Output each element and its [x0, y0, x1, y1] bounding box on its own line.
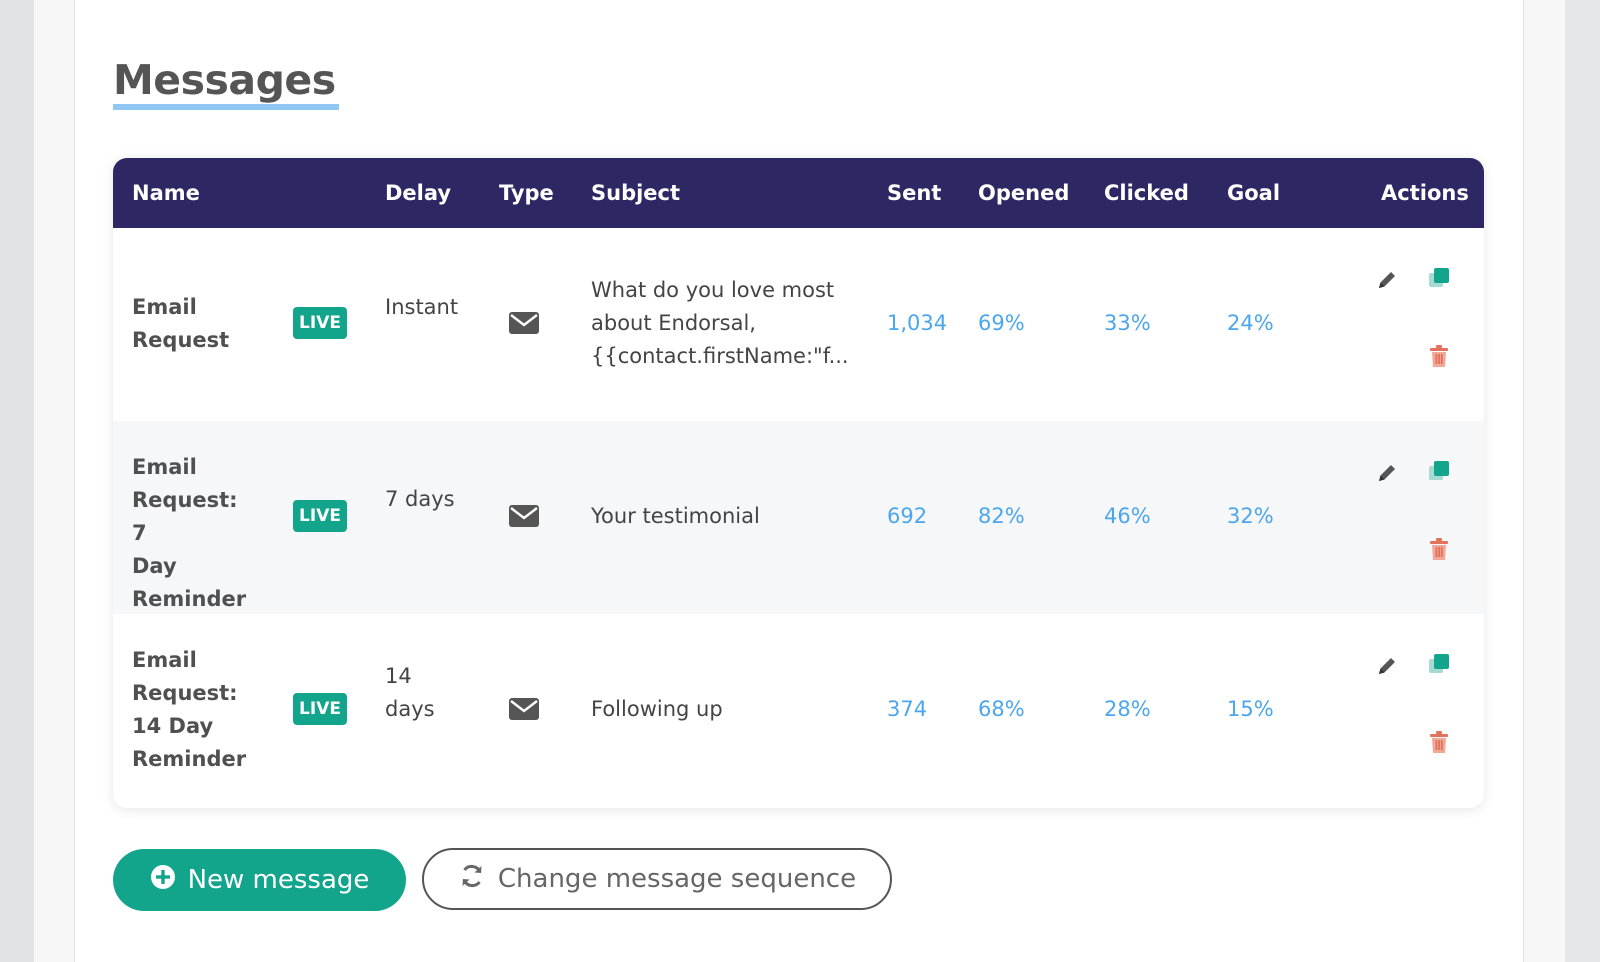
change-sequence-button[interactable]: Change message sequence — [422, 848, 892, 910]
status-badge: LIVE — [293, 693, 347, 725]
goal-rate[interactable]: 32% — [1227, 500, 1274, 533]
subject-text: Your testimonial — [591, 504, 760, 528]
messages-table: Name Delay Type Subject Sent Opened Clic… — [113, 158, 1484, 808]
sent-count[interactable]: 374 — [887, 693, 927, 726]
plus-circle-icon — [150, 864, 176, 897]
subject-text: What do you love most about Endorsal, {{… — [591, 278, 849, 368]
column-header-actions: Actions — [1381, 181, 1469, 205]
trash-icon[interactable] — [1426, 536, 1452, 562]
opened-rate[interactable]: 68% — [978, 693, 1025, 726]
message-name[interactable]: Email Request — [132, 291, 252, 357]
page-background-left — [0, 0, 34, 962]
trash-icon[interactable] — [1426, 729, 1452, 755]
title-underline — [113, 104, 339, 110]
envelope-icon — [509, 698, 541, 722]
delay-value: 14 days — [385, 664, 435, 721]
status-badge: LIVE — [293, 500, 347, 532]
refresh-icon — [458, 862, 486, 897]
opened-rate[interactable]: 69% — [978, 307, 1025, 340]
table-row[interactable]: Email Request LIVE Instant What do you l… — [113, 228, 1484, 421]
clicked-rate[interactable]: 33% — [1104, 307, 1151, 340]
opened-rate[interactable]: 82% — [978, 500, 1025, 533]
status-badge: LIVE — [293, 307, 347, 339]
goal-rate[interactable]: 24% — [1227, 307, 1274, 340]
clicked-rate[interactable]: 46% — [1104, 500, 1151, 533]
sent-count[interactable]: 692 — [887, 500, 927, 533]
column-header-clicked[interactable]: Clicked — [1104, 158, 1189, 228]
new-message-button[interactable]: New message — [113, 849, 406, 911]
envelope-icon — [509, 505, 541, 529]
message-name[interactable]: Email Request: 14 Day Reminder — [132, 644, 252, 776]
duplicate-icon[interactable] — [1426, 458, 1452, 484]
column-header-goal[interactable]: Goal — [1227, 158, 1280, 228]
clicked-rate[interactable]: 28% — [1104, 693, 1151, 726]
pencil-icon[interactable] — [1374, 267, 1400, 293]
delay-value: 7 days — [385, 487, 455, 511]
duplicate-icon[interactable] — [1426, 265, 1452, 291]
message-name[interactable]: Email Request: 7 Day Reminder — [132, 451, 252, 616]
pencil-icon[interactable] — [1374, 653, 1400, 679]
column-header-sent[interactable]: Sent — [887, 158, 941, 228]
envelope-icon — [509, 312, 541, 336]
column-header-delay[interactable]: Delay — [385, 158, 451, 228]
table-row[interactable]: Email Request: 7 Day Reminder LIVE 7 day… — [113, 421, 1484, 614]
column-header-type[interactable]: Type — [499, 158, 554, 228]
column-header-opened[interactable]: Opened — [978, 158, 1069, 228]
trash-icon[interactable] — [1426, 343, 1452, 369]
subject-text: Following up — [591, 697, 723, 721]
table-row[interactable]: Email Request: 14 Day Reminder LIVE 14 d… — [113, 614, 1484, 807]
duplicate-icon[interactable] — [1426, 651, 1452, 677]
column-header-name[interactable]: Name — [132, 158, 200, 228]
goal-rate[interactable]: 15% — [1227, 693, 1274, 726]
change-sequence-label: Change message sequence — [497, 864, 857, 894]
table-header: Name Delay Type Subject Sent Opened Clic… — [113, 158, 1484, 228]
page-title: Messages — [113, 56, 336, 104]
pencil-icon[interactable] — [1374, 460, 1400, 486]
sent-count[interactable]: 1,034 — [887, 307, 947, 340]
new-message-label: New message — [187, 865, 370, 895]
column-header-subject[interactable]: Subject — [591, 158, 680, 228]
delay-value: Instant — [385, 295, 459, 319]
